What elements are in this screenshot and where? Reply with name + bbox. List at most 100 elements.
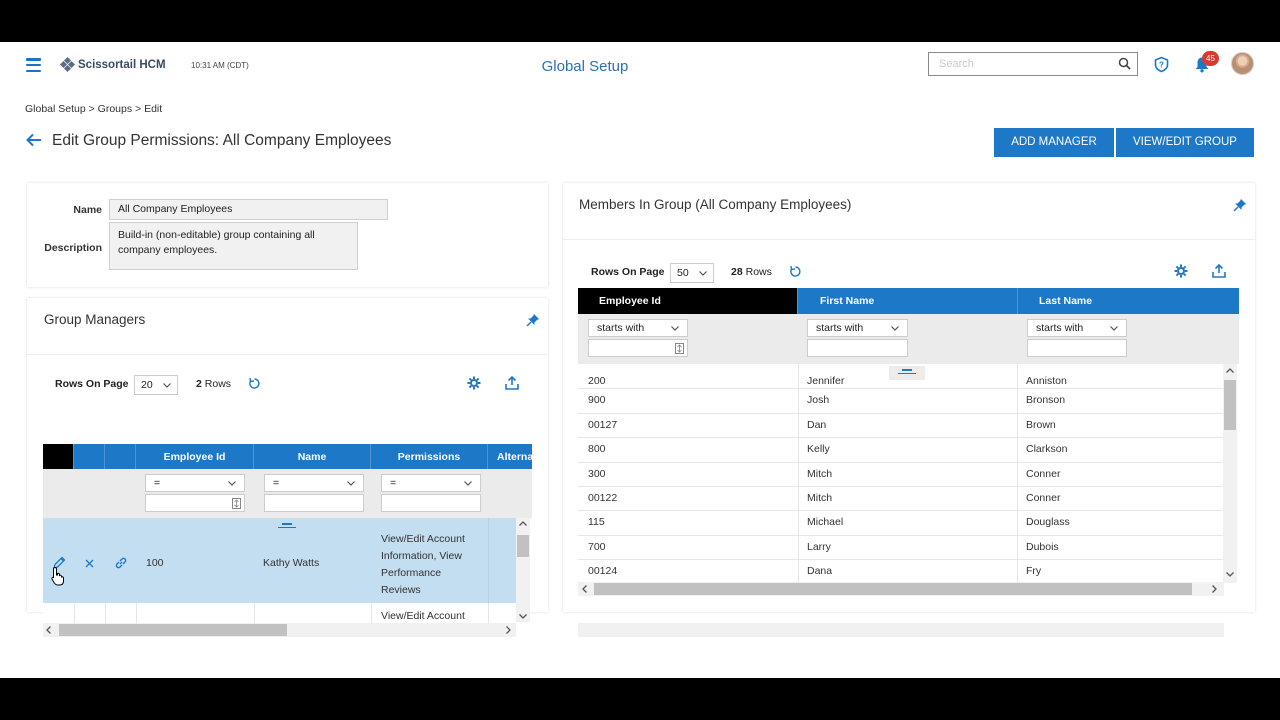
- first-name-filter-operator[interactable]: starts with: [807, 319, 908, 337]
- name-filter-input[interactable]: [264, 494, 364, 512]
- table-row[interactable]: 00127 Dan Brown: [578, 412, 1223, 437]
- permissions-filter-input[interactable]: [381, 494, 481, 512]
- gear-icon[interactable]: [1174, 264, 1188, 278]
- refresh-icon[interactable]: [248, 377, 261, 390]
- name-filter-operator[interactable]: =: [264, 474, 364, 492]
- chevron-down-icon: [699, 270, 707, 276]
- app-window: Scissortail HCM 10:31 AM (CDT) Global Se…: [0, 42, 1280, 678]
- scrollbar-thumb[interactable]: [594, 583, 1192, 595]
- table-row[interactable]: 00122 Mitch Conner: [578, 486, 1223, 510]
- table-row[interactable]: 00124 Dana Fry: [578, 559, 1223, 583]
- vertical-scrollbar[interactable]: [516, 518, 530, 622]
- last-name-filter-input[interactable]: [1027, 339, 1127, 357]
- export-icon[interactable]: [1212, 264, 1226, 278]
- scroll-left-icon[interactable]: [582, 585, 587, 593]
- description-line: Build-in (non-editable) group containing…: [118, 229, 315, 241]
- permissions-filter-operator[interactable]: =: [381, 474, 481, 492]
- card-title: Members In Group (All Company Employees): [579, 197, 852, 212]
- search-icon[interactable]: [1118, 57, 1131, 70]
- scrollbar-thumb[interactable]: [1224, 380, 1236, 430]
- scroll-down-icon[interactable]: [519, 614, 527, 619]
- drag-handle-icon[interactable]: [278, 523, 296, 529]
- employee-id-filter-operator[interactable]: starts with: [588, 319, 688, 337]
- chevron-down-icon: [228, 480, 236, 486]
- column-header-last-name[interactable]: Last Name: [1018, 288, 1239, 314]
- refresh-icon[interactable]: [789, 265, 802, 278]
- add-manager-button[interactable]: ADD MANAGER: [994, 128, 1114, 157]
- horizontal-scrollbar[interactable]: [43, 623, 516, 637]
- pin-icon[interactable]: [1233, 198, 1247, 212]
- column-header-alternate[interactable]: Alterna: [488, 444, 532, 469]
- avatar[interactable]: [1231, 52, 1254, 75]
- table-row[interactable]: 700 Larry Dubois: [578, 534, 1223, 559]
- name-cell: Kathy Watts: [263, 557, 320, 569]
- row-count-number: 2: [196, 378, 202, 390]
- search-box[interactable]: [928, 52, 1138, 76]
- row-divider: [578, 534, 1223, 536]
- rows-per-page-select[interactable]: 20: [134, 375, 178, 395]
- description-field: Build-in (non-editable) group containing…: [109, 222, 358, 270]
- back-arrow-icon[interactable]: [25, 132, 43, 148]
- filter-operator-value: =: [390, 477, 397, 489]
- search-input[interactable]: [929, 53, 1109, 75]
- scrollbar-thumb[interactable]: [59, 624, 287, 636]
- employee-id-filter-operator[interactable]: =: [145, 474, 245, 492]
- column-header-employee-id[interactable]: Employee Id: [136, 444, 254, 469]
- first-name-cell: Dana: [807, 565, 833, 578]
- members-card: Members In Group (All Company Employees)…: [563, 183, 1255, 637]
- managers-grid: Employee Id Name Permissions Alterna = =…: [43, 444, 532, 638]
- employee-id-filter-input[interactable]: [588, 339, 688, 357]
- table-row[interactable]: 900 Josh Bronson: [578, 388, 1223, 412]
- export-icon[interactable]: [505, 376, 519, 390]
- name-field: All Company Employees: [109, 199, 388, 220]
- scroll-right-icon[interactable]: [506, 626, 511, 634]
- row-divider: [578, 559, 1223, 561]
- gear-icon[interactable]: [467, 376, 481, 390]
- chevron-down-icon: [1110, 325, 1118, 331]
- horizontal-scrollbar[interactable]: [578, 623, 1224, 637]
- scroll-up-icon[interactable]: [1226, 368, 1234, 373]
- scroll-right-icon[interactable]: [1212, 585, 1217, 593]
- employee-id-cell: 900: [588, 394, 606, 407]
- description-label: Description: [44, 242, 102, 254]
- column-header-employee-id[interactable]: Employee Id: [578, 288, 798, 314]
- last-name-cell: Bronson: [1026, 394, 1066, 407]
- first-name-filter-input[interactable]: [807, 339, 908, 357]
- table-row[interactable]: 100 Kathy Watts View/Edit Account Inform…: [43, 518, 516, 603]
- remove-x-icon[interactable]: [85, 559, 94, 568]
- group-info-card: Name All Company Employees Description B…: [27, 183, 548, 287]
- column-header-first-name[interactable]: First Name: [798, 288, 1018, 314]
- table-row[interactable]: 300 Mitch Conner: [578, 461, 1223, 486]
- vertical-scrollbar[interactable]: [1223, 364, 1237, 583]
- employee-id-cell: 300: [588, 467, 606, 480]
- table-row[interactable]: 800 Kelly Clarkson: [578, 437, 1223, 461]
- column-divider: [488, 518, 489, 603]
- last-name-cell: Dubois: [1026, 540, 1059, 553]
- breadcrumb[interactable]: Global Setup > Groups > Edit: [25, 103, 162, 115]
- table-row[interactable]: 115 Michael Douglass: [578, 510, 1223, 534]
- link-icon[interactable]: [114, 556, 128, 570]
- scroll-up-icon[interactable]: [519, 521, 527, 526]
- scroll-left-icon[interactable]: [46, 626, 51, 634]
- rows-per-page-select[interactable]: 50: [670, 263, 714, 283]
- row-divider: [578, 461, 1223, 463]
- column-header-name[interactable]: Name: [254, 444, 371, 469]
- permissions-cell: View/Edit Account: [381, 610, 465, 622]
- horizontal-scrollbar[interactable]: [578, 582, 1224, 596]
- last-name-filter-operator[interactable]: starts with: [1027, 319, 1127, 337]
- first-name-cell: Mitch: [807, 467, 833, 480]
- employee-id-filter-input[interactable]: [145, 494, 245, 512]
- scroll-down-icon[interactable]: [1226, 572, 1234, 577]
- card-title: Group Managers: [44, 312, 146, 327]
- chevron-down-icon: [347, 480, 355, 486]
- divider: [27, 354, 548, 355]
- table-row[interactable]: 200 Jennifer Anniston: [578, 364, 1223, 388]
- svg-text:?: ?: [1159, 61, 1164, 70]
- column-header-permissions[interactable]: Permissions: [371, 444, 488, 469]
- view-edit-group-button[interactable]: VIEW/EDIT GROUP: [1116, 128, 1254, 157]
- scrollbar-thumb[interactable]: [517, 535, 529, 557]
- chevron-down-icon: [464, 480, 472, 486]
- help-icon[interactable]: ?: [1153, 56, 1170, 73]
- first-name-cell: Josh: [807, 394, 830, 407]
- pin-icon[interactable]: [526, 313, 540, 327]
